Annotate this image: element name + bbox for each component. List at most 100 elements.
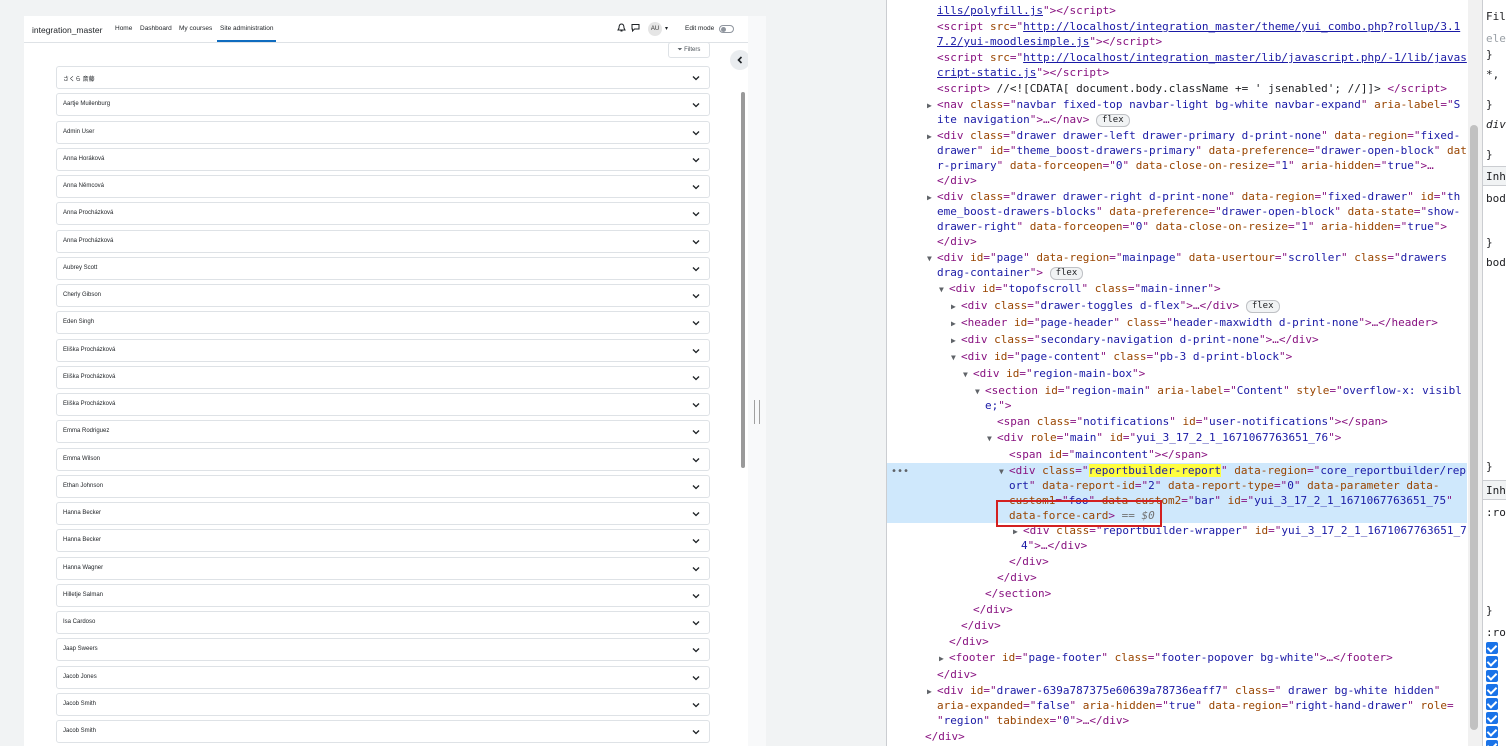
report-card-item[interactable]: Hanna Becker — [56, 529, 710, 553]
report-card-item[interactable]: Jacob Smith — [56, 720, 710, 743]
dom-tree-node[interactable]: drawer" id="theme_boost-drawers-primary"… — [937, 143, 1467, 158]
property-checkbox[interactable] — [1486, 740, 1498, 746]
chevron-down-icon[interactable] — [691, 645, 701, 655]
property-checkbox[interactable] — [1486, 656, 1498, 668]
chevron-down-icon[interactable] — [691, 209, 701, 219]
dom-tree-node[interactable]: ▶ <div class="drawer drawer-left drawer-p… — [927, 128, 1460, 143]
report-card-item[interactable]: Admin User — [56, 120, 710, 144]
chevron-down-icon[interactable] — [691, 264, 701, 274]
report-card-item[interactable]: Isa Cardoso — [56, 611, 710, 634]
dom-tree-node[interactable]: ▶ <nav class="navbar fixed-top navbar-lig… — [927, 97, 1460, 112]
dom-tree-node[interactable]: aria-expanded="false" aria-hidden="true"… — [937, 698, 1454, 713]
dom-tree-node[interactable]: ort" data-report-id="2" data-report-type… — [1009, 478, 1440, 493]
dom-tree-node[interactable]: ▼ <div class="reportbuilder-report" data-… — [999, 463, 1466, 478]
report-card-item[interactable]: Anna Procházková — [56, 202, 710, 226]
site-brand[interactable]: integration_master — [32, 25, 102, 35]
styles-filter[interactable]: Filt — [1486, 10, 1506, 23]
chevron-down-icon[interactable] — [691, 509, 701, 519]
dom-tree-node[interactable]: </div> — [937, 234, 977, 249]
report-card-item[interactable]: Anna Horáková — [56, 147, 710, 171]
user-avatar[interactable]: AU — [648, 22, 662, 36]
dom-tree-node[interactable]: <script> //<![CDATA[ document.body.class… — [937, 81, 1447, 96]
chevron-down-icon[interactable] — [691, 591, 701, 601]
dom-tree-node[interactable]: <span id="maincontent"></span> — [1009, 447, 1208, 462]
dom-tree-node[interactable]: drag-container"> flex — [937, 265, 1084, 280]
chevron-down-icon[interactable] — [691, 373, 701, 383]
report-card-item[interactable]: Hilletje Salman — [56, 583, 710, 607]
property-checkbox[interactable] — [1486, 684, 1498, 696]
dom-tree-node[interactable]: ▼ <div id="topofscroll" class="main-inner… — [939, 281, 1221, 296]
dom-tree-node[interactable]: </div> — [973, 602, 1013, 617]
nav-site-administration[interactable]: Site administration — [216, 25, 278, 42]
report-card-item[interactable]: Anna Procházková — [56, 229, 710, 253]
report-card-item[interactable]: Emma Rodriguez — [56, 420, 710, 444]
page-scrollbar[interactable] — [741, 92, 745, 468]
property-checkbox[interactable] — [1486, 726, 1498, 738]
report-card-item[interactable]: Jacob Jones — [56, 665, 710, 689]
report-card-item[interactable]: Eliška Procházková — [56, 393, 710, 416]
more-options-icon[interactable]: ••• — [891, 466, 909, 477]
chevron-down-icon[interactable] — [691, 455, 701, 465]
report-card-item[interactable]: Eliška Procházková — [56, 338, 710, 362]
dom-tree-node[interactable]: </div> — [961, 618, 1001, 633]
dom-tree-node[interactable]: <script src="http://localhost/integratio… — [937, 50, 1467, 65]
report-card-item[interactable]: Eliška Procházková — [56, 365, 710, 389]
open-block-drawer-button[interactable] — [730, 50, 748, 70]
dom-tree-node[interactable]: eme_boost-drawers-blocks" data-preferenc… — [937, 204, 1460, 219]
dom-tree-node[interactable]: ▶ <div class="drawer drawer-right d-print… — [927, 189, 1460, 204]
dom-tree-node[interactable]: ▼ <div role="main" id="yui_3_17_2_1_16710… — [987, 430, 1341, 445]
chevron-down-icon[interactable] — [691, 291, 701, 301]
dom-tree-node[interactable]: ▶ <div class="secondary-navigation d-prin… — [951, 332, 1319, 347]
resize-handle[interactable] — [754, 400, 760, 424]
dom-tree-node[interactable]: ▶ <div class="drawer-toggles d-flex">…</d… — [951, 298, 1280, 313]
dom-tree-node[interactable]: cript-static.js"></script> — [937, 65, 1109, 80]
property-checkbox[interactable] — [1486, 642, 1498, 654]
chat-icon[interactable] — [631, 23, 640, 34]
report-card-item[interactable]: Hanna Becker — [56, 502, 710, 525]
dom-tree-node[interactable]: r-primary" data-forceopen="0" data-close… — [937, 158, 1434, 173]
report-card-item[interactable]: Anna Němcová — [56, 175, 710, 198]
dom-tree-node[interactable]: ▶ <div id="drawer-639a787375e60639a78736e… — [927, 683, 1440, 698]
report-card-item[interactable]: Jacob Smith — [56, 692, 710, 716]
dom-tree-node[interactable]: ite navigation">…</nav> flex — [937, 112, 1130, 127]
report-card-item[interactable]: Hanna Wagner — [56, 556, 710, 580]
dom-tree-node[interactable]: <script src="http://localhost/integratio… — [937, 19, 1460, 34]
property-checkbox[interactable] — [1486, 712, 1498, 724]
chevron-down-icon[interactable] — [691, 100, 701, 110]
property-checkbox[interactable] — [1486, 698, 1498, 710]
dom-tree-node[interactable]: 4">…</div> — [1021, 538, 1087, 553]
dom-tree-node[interactable]: 7.2/yui-moodlesimple.js"></script> — [937, 34, 1162, 49]
chevron-down-icon[interactable] — [691, 536, 701, 546]
dom-tree-node[interactable]: </div> — [937, 173, 977, 188]
report-card-item[interactable]: Aartje Muilenburg — [56, 93, 710, 117]
report-card-item[interactable]: Ethan Johnson — [56, 474, 710, 498]
report-card-item[interactable]: Aubrey Scott — [56, 256, 710, 280]
dom-tree-node[interactable]: </div> — [997, 570, 1037, 585]
devtools-scrollbar-thumb[interactable] — [1470, 125, 1478, 730]
dom-tree-node[interactable]: e;"> — [985, 398, 1012, 413]
dom-tree-node[interactable]: </div> — [1009, 554, 1049, 569]
chevron-down-icon[interactable] — [691, 318, 701, 328]
dom-tree-node[interactable]: drawer-right" data-forceopen="0" data-cl… — [937, 219, 1447, 234]
dom-tree-node[interactable]: "region" tabindex="0">…</div> — [937, 713, 1129, 728]
report-card-item[interactable]: Emma Wilson — [56, 447, 710, 471]
chevron-down-icon[interactable] — [691, 128, 701, 138]
dom-tree-node[interactable]: ▶ <header id="page-header" class="header-… — [951, 315, 1438, 330]
dom-tree-node[interactable]: <span class="notifications" id="user-not… — [997, 414, 1388, 429]
chevron-down-icon[interactable] — [691, 182, 701, 192]
chevron-down-icon[interactable] — [691, 155, 701, 165]
dom-tree-node[interactable]: ▼ <section id="region-main" aria-label="C… — [975, 383, 1462, 398]
chevron-down-icon[interactable]: ▾ — [665, 25, 668, 32]
chevron-down-icon[interactable] — [691, 673, 701, 683]
property-checkbox[interactable] — [1486, 670, 1498, 682]
chevron-down-icon[interactable] — [691, 346, 701, 356]
dom-tree-node[interactable]: </div> — [937, 667, 977, 682]
chevron-down-icon[interactable] — [691, 237, 701, 247]
chevron-down-icon[interactable] — [691, 427, 701, 437]
nav-my-courses[interactable]: My courses — [179, 25, 212, 32]
nav-home[interactable]: Home — [115, 25, 132, 32]
dom-tree-node[interactable]: ▼ <div id="page-content" class="pb-3 d-pr… — [951, 349, 1292, 364]
dom-tree-node[interactable]: ▼ <div id="page" data-region="mainpage" d… — [927, 250, 1447, 265]
chevron-down-icon[interactable] — [691, 618, 701, 628]
chevron-down-icon[interactable] — [691, 564, 701, 574]
